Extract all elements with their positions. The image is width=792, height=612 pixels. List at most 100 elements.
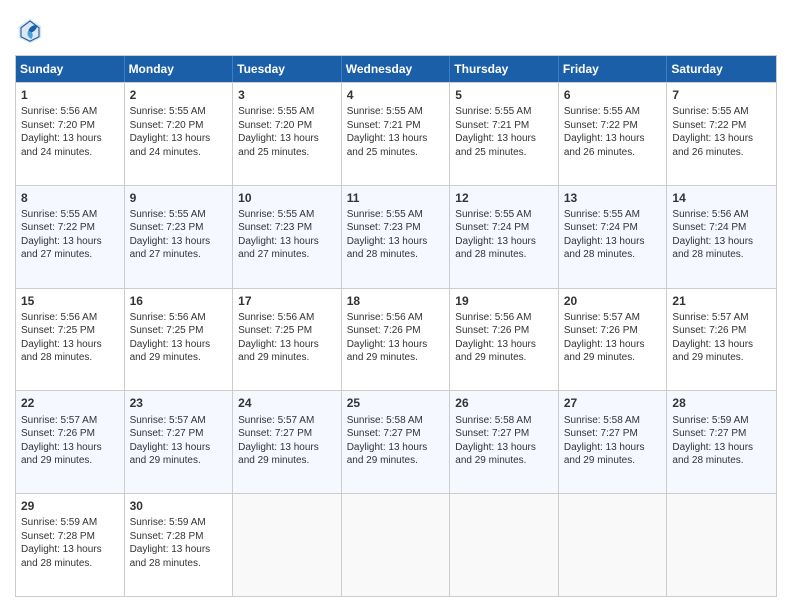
daylight-label: Daylight: 13 hours and 29 minutes. <box>130 339 211 364</box>
daylight-label: Daylight: 13 hours and 28 minutes. <box>455 236 536 261</box>
day-number: 2 <box>130 87 228 103</box>
cal-week-5: 29Sunrise: 5:59 AMSunset: 7:28 PMDayligh… <box>16 493 776 596</box>
day-number: 8 <box>21 190 119 206</box>
day-number: 30 <box>130 498 228 514</box>
cal-cell <box>559 494 668 596</box>
sunrise-label: Sunrise: 5:56 AM <box>21 106 97 117</box>
page: SundayMondayTuesdayWednesdayThursdayFrid… <box>0 0 792 612</box>
day-number: 19 <box>455 293 553 309</box>
cal-cell: 21Sunrise: 5:57 AMSunset: 7:26 PMDayligh… <box>667 289 776 391</box>
day-number: 16 <box>130 293 228 309</box>
sunset-label: Sunset: 7:28 PM <box>130 531 204 542</box>
sunrise-label: Sunrise: 5:55 AM <box>238 106 314 117</box>
daylight-label: Daylight: 13 hours and 29 minutes. <box>347 442 428 467</box>
sunrise-label: Sunrise: 5:55 AM <box>455 106 531 117</box>
day-number: 3 <box>238 87 336 103</box>
sunrise-label: Sunrise: 5:57 AM <box>130 415 206 426</box>
cal-cell: 15Sunrise: 5:56 AMSunset: 7:25 PMDayligh… <box>16 289 125 391</box>
day-number: 28 <box>672 395 771 411</box>
cal-cell: 5Sunrise: 5:55 AMSunset: 7:21 PMDaylight… <box>450 83 559 185</box>
sunrise-label: Sunrise: 5:55 AM <box>130 106 206 117</box>
daylight-label: Daylight: 13 hours and 25 minutes. <box>347 133 428 158</box>
day-number: 26 <box>455 395 553 411</box>
sunrise-label: Sunrise: 5:56 AM <box>672 209 748 220</box>
day-number: 27 <box>564 395 662 411</box>
cal-cell: 8Sunrise: 5:55 AMSunset: 7:22 PMDaylight… <box>16 186 125 288</box>
cal-cell: 17Sunrise: 5:56 AMSunset: 7:25 PMDayligh… <box>233 289 342 391</box>
day-number: 9 <box>130 190 228 206</box>
cal-cell <box>667 494 776 596</box>
sunset-label: Sunset: 7:28 PM <box>21 531 95 542</box>
daylight-label: Daylight: 13 hours and 25 minutes. <box>455 133 536 158</box>
sunrise-label: Sunrise: 5:55 AM <box>347 209 423 220</box>
cal-week-3: 15 Sunrise: 5:56 AM Sunset: 7:25 PM Dayligh… <box>16 288 776 391</box>
cal-header-saturday: Saturday <box>667 56 776 82</box>
daylight-label: Daylight: 13 hours and 24 minutes. <box>130 133 211 158</box>
cal-cell: 11Sunrise: 5:55 AMSunset: 7:23 PMDayligh… <box>342 186 451 288</box>
sunset-label: Sunset: 7:26 PM <box>347 325 421 336</box>
daylight-label: Daylight: 13 hours and 29 minutes. <box>672 339 753 364</box>
calendar-body: 1 Sunrise: 5:56 AM Sunset: 7:20 PM Daylight… <box>16 82 776 596</box>
sunset-label: Sunset: 7:20 PM <box>238 120 312 131</box>
sunrise-label: Sunrise: 5:55 AM <box>564 106 640 117</box>
cal-header-friday: Friday <box>559 56 668 82</box>
day-number: 15 <box>21 293 119 309</box>
day-number: 5 <box>455 87 553 103</box>
daylight-label: Daylight: 13 hours and 28 minutes. <box>21 544 102 569</box>
sunrise-label: Sunrise: 5:56 AM <box>347 312 423 323</box>
sunset-label: Sunset: 7:20 PM <box>21 120 95 131</box>
sunrise-label: Sunrise: 5:57 AM <box>564 312 640 323</box>
daylight-label: Daylight: 13 hours and 29 minutes. <box>21 442 102 467</box>
cal-cell: 3Sunrise: 5:55 AMSunset: 7:20 PMDaylight… <box>233 83 342 185</box>
sunset-label: Sunset: 7:23 PM <box>130 222 204 233</box>
daylight-label: Daylight: 13 hours and 29 minutes. <box>238 339 319 364</box>
sunrise-label: Sunrise: 5:59 AM <box>21 517 97 528</box>
sunrise-label: Sunrise: 5:57 AM <box>21 415 97 426</box>
day-number: 1 <box>21 87 119 103</box>
cal-cell: 20Sunrise: 5:57 AMSunset: 7:26 PMDayligh… <box>559 289 668 391</box>
day-number: 20 <box>564 293 662 309</box>
daylight-label: Daylight: 13 hours and 28 minutes. <box>130 544 211 569</box>
sunrise-label: Sunrise: 5:55 AM <box>347 106 423 117</box>
sunrise-label: Sunrise: 5:58 AM <box>347 415 423 426</box>
sunset-label: Sunset: 7:24 PM <box>455 222 529 233</box>
cal-cell: 25Sunrise: 5:58 AMSunset: 7:27 PMDayligh… <box>342 391 451 493</box>
daylight-label: Daylight: 13 hours and 29 minutes. <box>564 339 645 364</box>
sunrise-label: Sunrise: 5:59 AM <box>672 415 748 426</box>
cal-header-tuesday: Tuesday <box>233 56 342 82</box>
cal-cell: 4Sunrise: 5:55 AMSunset: 7:21 PMDaylight… <box>342 83 451 185</box>
daylight-label: Daylight: 13 hours and 29 minutes. <box>130 442 211 467</box>
daylight-label: Daylight: 13 hours and 26 minutes. <box>564 133 645 158</box>
sunrise-label: Sunrise: 5:56 AM <box>238 312 314 323</box>
daylight-label: Daylight: 13 hours and 28 minutes. <box>672 236 753 261</box>
cal-header-sunday: Sunday <box>16 56 125 82</box>
cal-cell <box>342 494 451 596</box>
cal-cell: 16Sunrise: 5:56 AMSunset: 7:25 PMDayligh… <box>125 289 234 391</box>
sunrise-label: Sunrise: 5:55 AM <box>564 209 640 220</box>
sunset-label: Sunset: 7:25 PM <box>130 325 204 336</box>
daylight-label: Daylight: 13 hours and 29 minutes. <box>455 442 536 467</box>
header <box>15 15 777 45</box>
day-number: 11 <box>347 190 445 206</box>
cal-cell: 22Sunrise: 5:57 AMSunset: 7:26 PMDayligh… <box>16 391 125 493</box>
cal-cell <box>233 494 342 596</box>
logo-icon <box>15 15 45 45</box>
sunrise-label: Sunrise: 5:58 AM <box>564 415 640 426</box>
cal-week-2: 8Sunrise: 5:55 AMSunset: 7:22 PMDaylight… <box>16 185 776 288</box>
day-number: 18 <box>347 293 445 309</box>
day-number: 10 <box>238 190 336 206</box>
cal-cell <box>450 494 559 596</box>
daylight-label: Daylight: 13 hours and 28 minutes. <box>672 442 753 467</box>
logo <box>15 15 49 45</box>
sunrise-label: Sunrise: 5:55 AM <box>130 209 206 220</box>
sunset-label: Sunset: 7:23 PM <box>347 222 421 233</box>
sunset-label: Sunset: 7:22 PM <box>564 120 638 131</box>
sunrise-label: Sunrise: 5:57 AM <box>238 415 314 426</box>
sunrise-label: Sunrise: 5:58 AM <box>455 415 531 426</box>
daylight-label: Daylight: 13 hours and 27 minutes. <box>21 236 102 261</box>
sunset-label: Sunset: 7:24 PM <box>564 222 638 233</box>
sunrise-label: Sunrise: 5:59 AM <box>130 517 206 528</box>
cal-cell: 13Sunrise: 5:55 AMSunset: 7:24 PMDayligh… <box>559 186 668 288</box>
sunset-label: Sunset: 7:27 PM <box>238 428 312 439</box>
daylight-label: Daylight: 13 hours and 27 minutes. <box>130 236 211 261</box>
